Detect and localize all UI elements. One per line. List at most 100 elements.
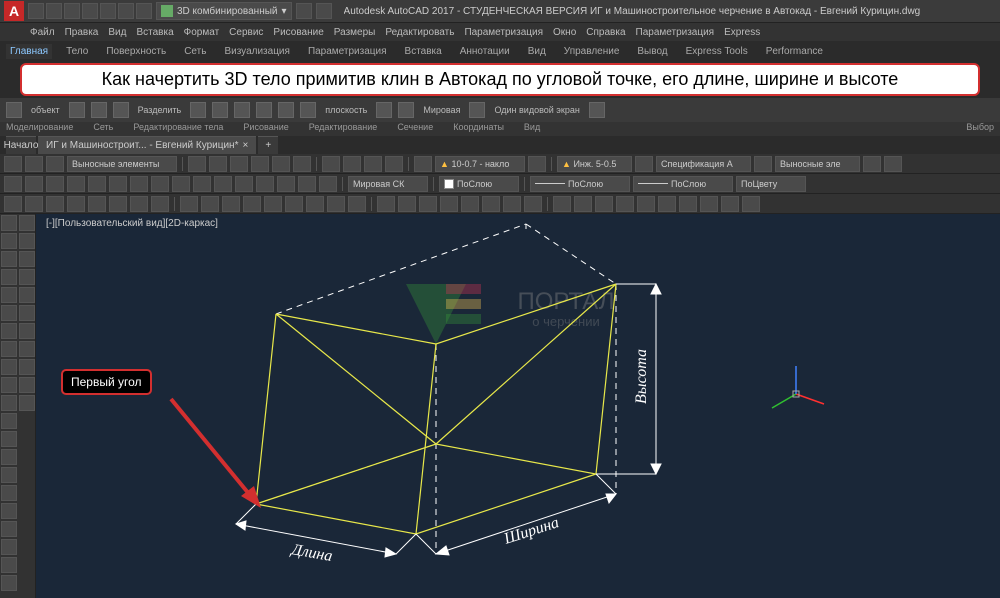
tb1-o-icon[interactable] <box>863 156 881 172</box>
lt-text-icon[interactable] <box>1 413 17 429</box>
lt-xline-icon[interactable] <box>1 233 17 249</box>
tab-solid[interactable]: Тело <box>62 44 92 59</box>
tb1-bulb-icon[interactable] <box>25 156 43 172</box>
tb3-b-icon[interactable] <box>25 196 43 212</box>
tb3-af-icon[interactable] <box>679 196 697 212</box>
tb3-e-icon[interactable] <box>88 196 106 212</box>
tb1-layer-icon[interactable] <box>4 156 22 172</box>
lt-poly-icon[interactable] <box>1 269 17 285</box>
tab-anno[interactable]: Аннотации <box>456 44 514 59</box>
tb1-b-icon[interactable] <box>209 156 227 172</box>
lt-line-icon[interactable] <box>1 215 17 231</box>
tb3-u-icon[interactable] <box>440 196 458 212</box>
tab-insert[interactable]: Вставка <box>401 44 446 59</box>
combo-textstyle[interactable]: ▲ Инж. 5-0.5 <box>557 156 632 172</box>
copy-icon[interactable] <box>278 102 294 118</box>
tb3-aa-icon[interactable] <box>574 196 592 212</box>
qat-new-icon[interactable] <box>28 3 44 19</box>
tb1-l-icon[interactable] <box>528 156 546 172</box>
menu-draw[interactable]: Рисование <box>273 27 323 38</box>
lt2-f-icon[interactable] <box>19 305 35 321</box>
app-logo[interactable]: A <box>4 1 24 21</box>
tab-start[interactable]: Начало <box>6 136 36 154</box>
tab-output[interactable]: Вывод <box>633 44 671 59</box>
tb2-j-icon[interactable] <box>193 176 211 192</box>
lt-ml-icon[interactable] <box>1 503 17 519</box>
lt-arc-icon[interactable] <box>1 305 17 321</box>
tb2-k-icon[interactable] <box>214 176 232 192</box>
lt2-c-icon[interactable] <box>19 251 35 267</box>
menu-param[interactable]: Параметризация <box>464 27 543 38</box>
tb3-g-icon[interactable] <box>130 196 148 212</box>
combo-leader[interactable]: Выносные элементы <box>67 156 177 172</box>
tb3-l-icon[interactable] <box>243 196 261 212</box>
qat-open-icon[interactable] <box>46 3 62 19</box>
tab-mesh[interactable]: Сеть <box>180 44 210 59</box>
lt-pline-icon[interactable] <box>1 251 17 267</box>
qat-redo-icon[interactable] <box>136 3 152 19</box>
close-icon[interactable]: × <box>242 140 248 151</box>
tb2-i-icon[interactable] <box>172 176 190 192</box>
lt-table-icon[interactable] <box>1 449 17 465</box>
lt-sl-icon[interactable] <box>1 575 17 591</box>
tab-manage[interactable]: Управление <box>560 44 624 59</box>
tb3-q-icon[interactable] <box>348 196 366 212</box>
lt-point-icon[interactable] <box>1 395 17 411</box>
tab-visual[interactable]: Визуализация <box>220 44 293 59</box>
filter-icon[interactable] <box>589 102 605 118</box>
tb2-g-icon[interactable] <box>130 176 148 192</box>
qat-more-icon[interactable] <box>316 3 332 19</box>
tb2-l-icon[interactable] <box>235 176 253 192</box>
tab-drawing[interactable]: ИГ и Машиностроит... - Евгений Курицин* … <box>38 136 256 154</box>
tb1-i-icon[interactable] <box>364 156 382 172</box>
new-tab-button[interactable]: + <box>258 136 278 154</box>
tb1-c-icon[interactable] <box>230 156 248 172</box>
tb1-m-icon[interactable] <box>635 156 653 172</box>
qat-saveas-icon[interactable] <box>82 3 98 19</box>
mesh-icon[interactable] <box>113 102 129 118</box>
tb2-a-icon[interactable] <box>4 176 22 192</box>
tb3-p-icon[interactable] <box>327 196 345 212</box>
tb3-o-icon[interactable] <box>306 196 324 212</box>
tb1-n-icon[interactable] <box>754 156 772 172</box>
combo-dimstyle[interactable]: ▲ 10-0.7 - накло <box>435 156 525 172</box>
lt2-e-icon[interactable] <box>19 287 35 303</box>
menu-help[interactable]: Справка <box>586 27 625 38</box>
tb3-ag-icon[interactable] <box>700 196 718 212</box>
tb2-n-icon[interactable] <box>277 176 295 192</box>
lt-ellipse-icon[interactable] <box>1 359 17 375</box>
tb3-ab-icon[interactable] <box>595 196 613 212</box>
tb1-a-icon[interactable] <box>188 156 206 172</box>
qat-share-icon[interactable] <box>296 3 312 19</box>
lt-circle-icon[interactable] <box>1 323 17 339</box>
tb1-g-icon[interactable] <box>322 156 340 172</box>
lt-rect-icon[interactable] <box>1 287 17 303</box>
lt-donut-icon[interactable] <box>1 485 17 501</box>
tb3-ad-icon[interactable] <box>637 196 655 212</box>
menu-modify[interactable]: Редактировать <box>385 27 454 38</box>
lt2-k-icon[interactable] <box>19 395 35 411</box>
tb3-i-icon[interactable] <box>180 196 198 212</box>
lt2-a-icon[interactable] <box>19 215 35 231</box>
combo-ltype[interactable]: ПоСлою <box>530 176 630 192</box>
combo-tablestyle[interactable]: Спецификация А <box>656 156 751 172</box>
qat-save-icon[interactable] <box>64 3 80 19</box>
lt2-b-icon[interactable] <box>19 233 35 249</box>
tb3-d-icon[interactable] <box>67 196 85 212</box>
tb3-n-icon[interactable] <box>285 196 303 212</box>
tab-param[interactable]: Параметризация <box>304 44 391 59</box>
lt-revcld-icon[interactable] <box>1 521 17 537</box>
tb3-v-icon[interactable] <box>461 196 479 212</box>
menu-express[interactable]: Express <box>724 27 760 38</box>
tb2-m-icon[interactable] <box>256 176 274 192</box>
tb3-ac-icon[interactable] <box>616 196 634 212</box>
tb3-s-icon[interactable] <box>398 196 416 212</box>
tb3-a-icon[interactable] <box>4 196 22 212</box>
line-icon[interactable] <box>212 102 228 118</box>
lt2-d-icon[interactable] <box>19 269 35 285</box>
split-icon[interactable] <box>190 102 206 118</box>
combo-color[interactable]: ПоСлою <box>439 176 519 192</box>
tb2-b-icon[interactable] <box>25 176 43 192</box>
tab-home[interactable]: Главная <box>6 44 52 59</box>
tb1-freeze-icon[interactable] <box>46 156 64 172</box>
